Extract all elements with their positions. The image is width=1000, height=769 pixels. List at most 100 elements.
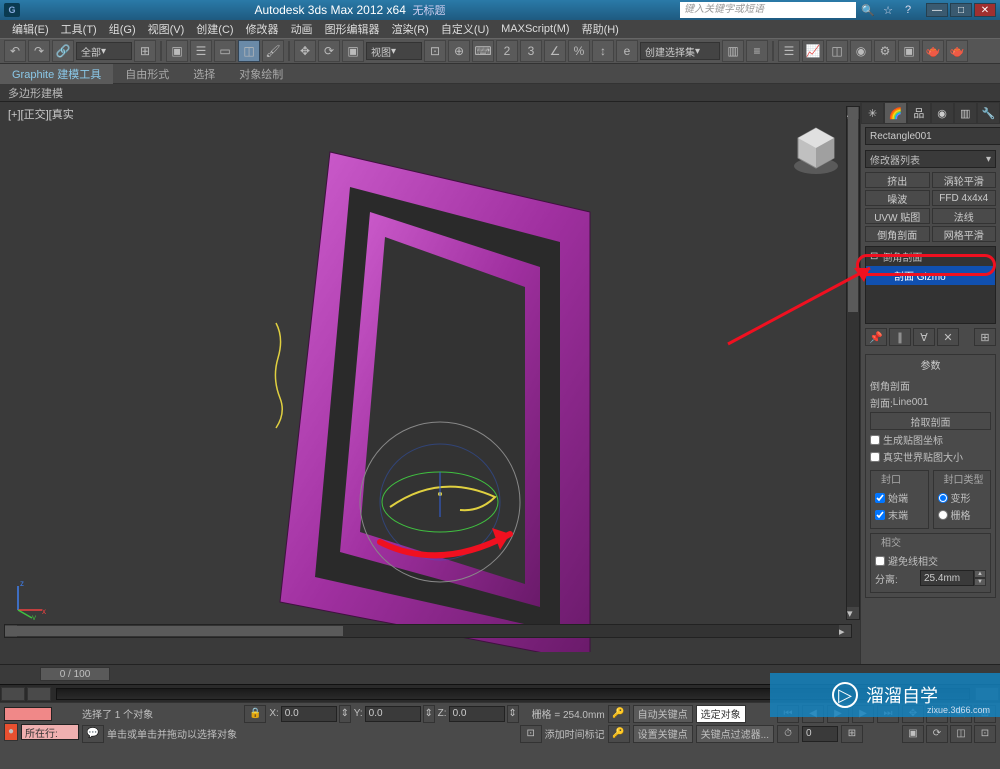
mod-noise[interactable]: 噪波 [865,190,930,206]
named-selset-dropdown[interactable]: 创建选择集 ▾ [640,42,720,60]
ribbon-tab-objpaint[interactable]: 对象绘制 [227,64,295,84]
scale-button[interactable]: ▣ [342,40,364,62]
rotate-button[interactable]: ⟳ [318,40,340,62]
crossing-button[interactable]: ◫ [238,40,260,62]
close-button[interactable]: ✕ [974,3,996,17]
remove-button[interactable]: ✕ [937,328,959,346]
esnap-button[interactable]: e [616,40,638,62]
rectselect-button[interactable]: ▭ [214,40,236,62]
mod-ffd[interactable]: FFD 4x4x4 [932,190,997,206]
stack-item-gizmo[interactable]: 剖面 Gizmo [866,266,995,285]
matedit-button[interactable]: ◉ [850,40,872,62]
paint-button[interactable]: 🖌 [262,40,284,62]
align-button[interactable]: ≡ [746,40,768,62]
ribbon-subtab[interactable]: 多边形建模 [0,84,1000,102]
viewport-label[interactable]: [+][正交][真实 [8,106,74,122]
unique-button[interactable]: ∀ [913,328,935,346]
undo-button[interactable]: ↶ [4,40,26,62]
coord-z[interactable] [449,706,505,722]
redo-button[interactable]: ↷ [28,40,50,62]
timeconf-button[interactable]: ⏱ [777,725,799,743]
h-scroll-right[interactable]: ▸ [839,625,851,637]
ribbon-tab-freeform[interactable]: 自由形式 [113,64,181,84]
h-scrollbar[interactable]: ◂ ▸ [4,624,852,638]
filter-dropdown[interactable]: 全部 ▾ [76,42,132,60]
spinnersnap-button[interactable]: ↕ [592,40,614,62]
rollup-header[interactable]: 参数 [866,355,995,374]
help-icon[interactable]: ☆ [880,3,896,17]
track-btn-b[interactable] [27,687,51,701]
time-slider-thumb[interactable]: 0 / 100 [40,667,110,681]
track-btn-a[interactable] [1,687,25,701]
pin-stack-button[interactable]: 📌 [865,328,887,346]
tab-utilities[interactable]: 🔧 [977,102,1000,124]
mod-extrude[interactable]: 挤出 [865,172,930,188]
tab-motion[interactable]: ◉ [931,102,954,124]
setkey-icon[interactable]: 🔑 [608,725,630,743]
script-input[interactable]: 所在行: [21,724,79,740]
stack-item-bevelprofile[interactable]: ⊟ 倒角剖面 [866,247,995,266]
mod-meshsmooth[interactable]: 网格平滑 [932,226,997,242]
chk-capend[interactable] [875,510,885,520]
tab-modify[interactable]: 🌈 [884,102,907,124]
nav-maxview[interactable]: ◫ [950,725,972,743]
menu-group[interactable]: 组(G) [103,21,142,37]
keyboard-button[interactable]: ⌨ [472,40,494,62]
chk-capstart[interactable] [875,493,885,503]
manip-button[interactable]: ⊕ [448,40,470,62]
anglesnap-button[interactable]: ∠ [544,40,566,62]
menu-help[interactable]: 帮助(H) [576,21,625,37]
maximize-button[interactable]: □ [950,3,972,17]
viewport[interactable]: [+][正交][真实 [0,102,860,664]
refcoord-dropdown[interactable]: 视图 ▾ [366,42,422,60]
expand-icon[interactable]: ⊟ [870,251,878,262]
layers-button[interactable]: ☰ [778,40,800,62]
v-scrollbar[interactable]: ▴ ▾ [846,106,860,620]
snap3-button[interactable]: 3 [520,40,542,62]
menu-modifiers[interactable]: 修改器 [240,21,285,37]
schematic-button[interactable]: ◫ [826,40,848,62]
ribbon-tab-graphite[interactable]: Graphite 建模工具 [0,64,113,84]
sep-input[interactable] [920,570,974,586]
tab-create[interactable]: ✳ [861,102,884,124]
snap2-button[interactable]: 2 [496,40,518,62]
selset-dropdown[interactable]: 选定对象 [696,705,746,723]
keyfilter-button[interactable]: 关键点过滤器... [696,725,774,743]
nav-orbit[interactable]: ⟳ [926,725,948,743]
rendersetup-button[interactable]: ⚙ [874,40,896,62]
object-name-input[interactable] [865,127,1000,145]
select-button[interactable]: ▣ [166,40,188,62]
key-icon[interactable]: 🔑 [608,705,630,723]
script-rec-icon[interactable]: ● [4,723,18,741]
addtimekey[interactable]: 添加时间标记 [545,726,605,741]
menu-maxscript[interactable]: MAXScript(M) [495,23,575,35]
renderframe-button[interactable]: ▣ [898,40,920,62]
mirror-button[interactable]: ▥ [722,40,744,62]
script-listener[interactable] [4,707,52,721]
v-scroll-thumb[interactable] [848,107,858,312]
menu-tools[interactable]: 工具(T) [55,21,103,37]
menu-views[interactable]: 视图(V) [142,21,191,37]
rad-morph[interactable] [938,493,948,503]
chk-realworld[interactable] [870,452,880,462]
menu-edit[interactable]: 编辑(E) [6,21,55,37]
scene-object-profile[interactable] [266,318,306,438]
showend-button[interactable]: ∥ [889,328,911,346]
viewcube[interactable] [788,122,844,178]
minimize-button[interactable]: — [926,3,948,17]
pick-profile-button[interactable]: 拾取剖面 [870,412,991,430]
sep-down[interactable]: ▼ [974,578,986,586]
keymode-button[interactable]: ⊞ [841,725,863,743]
chk-avoid[interactable] [875,556,885,566]
coord-x[interactable] [281,706,337,722]
menu-create[interactable]: 创建(C) [190,21,239,37]
selectname-button[interactable]: ☰ [190,40,212,62]
pctsnap-button[interactable]: % [568,40,590,62]
modifier-list-dropdown[interactable]: 修改器列表▾ [865,150,996,168]
chk-genmapping[interactable] [870,435,880,445]
ribbon-tab-selection[interactable]: 选择 [181,64,227,84]
autokey-button[interactable]: 自动关键点 [633,705,693,723]
tab-hierarchy[interactable]: 品 [907,102,930,124]
rotation-gizmo[interactable] [340,402,540,602]
search-go-icon[interactable]: 🔍 [860,3,876,17]
